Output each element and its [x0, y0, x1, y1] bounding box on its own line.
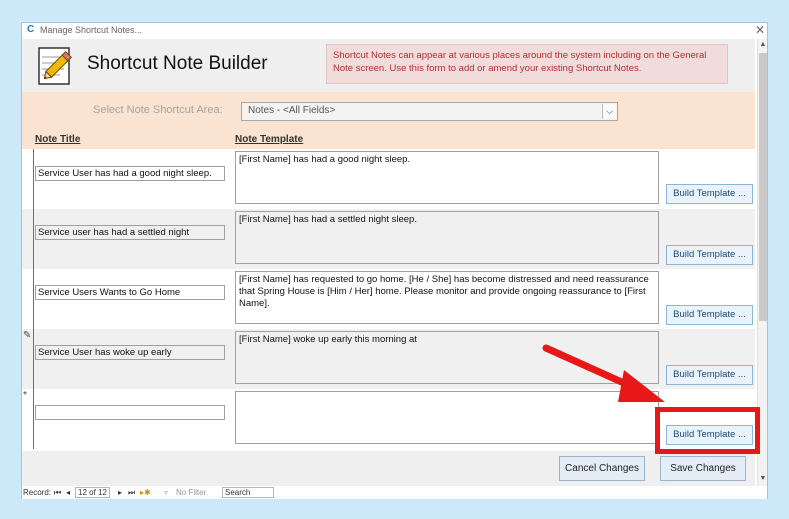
record-selector[interactable]: ✎ [22, 329, 34, 389]
note-title-field[interactable]: Service Users Wants to Go Home [35, 285, 225, 300]
save-changes-button[interactable]: Save Changes [660, 456, 746, 481]
record-navigation-bar: Record: ⏮ ◂ 12 of 12 ▸ ⏭ ▸✱ ▿ No Filter … [22, 486, 767, 499]
note-title-field[interactable] [35, 405, 225, 420]
note-title-field[interactable]: Service User has had a good night sleep. [35, 166, 225, 181]
note-row: Service Users Wants to Go Home [First Na… [22, 269, 755, 329]
window-title: Manage Shortcut Notes... [40, 25, 143, 35]
chevron-down-icon[interactable]: ⌵ [602, 104, 616, 119]
close-icon[interactable]: ✕ [753, 23, 767, 37]
record-selector[interactable] [22, 149, 34, 209]
column-header-note-template: Note Template [235, 134, 304, 145]
current-record-field[interactable]: 12 of 12 [75, 487, 110, 498]
form-header: Shortcut Note Builder Shortcut Notes can… [22, 39, 755, 92]
cancel-changes-button[interactable]: Cancel Changes [559, 456, 645, 481]
record-selector[interactable] [22, 269, 34, 329]
note-row: Service User has had a good night sleep.… [22, 149, 755, 209]
no-filter-label[interactable]: No Filter [176, 488, 206, 497]
note-template-field[interactable]: [First Name] has had a good night sleep. [235, 151, 659, 204]
area-select-label: Select Note Shortcut Area: [93, 104, 223, 116]
area-select-dropdown[interactable]: Notes - <All Fields> ⌵ [241, 102, 618, 121]
scrollbar-thumb[interactable] [759, 53, 767, 321]
pencil-edit-icon: ✎ [23, 330, 32, 341]
note-row: Service user has had a settled night [Fi… [22, 209, 755, 269]
info-message: Shortcut Notes can appear at various pla… [326, 44, 728, 84]
new-record-nav-icon[interactable]: ▸✱ [140, 488, 151, 497]
scroll-down-icon[interactable]: ▼ [758, 475, 768, 485]
next-record-icon[interactable]: ▸ [118, 488, 122, 497]
note-template-field[interactable]: [First Name] has requested to go home. [… [235, 271, 659, 324]
build-template-button[interactable]: Build Template ... [666, 184, 753, 204]
form-footer: Cancel Changes Save Changes [22, 451, 755, 486]
app-icon: C [27, 24, 35, 35]
build-template-button[interactable]: Build Template ... [666, 305, 753, 325]
area-selector-band: Select Note Shortcut Area: Notes - <All … [22, 92, 755, 149]
area-select-value: Notes - <All Fields> [248, 105, 336, 116]
last-record-icon[interactable]: ⏭ [128, 488, 135, 498]
column-header-note-title: Note Title [35, 134, 81, 145]
record-selector[interactable]: * [22, 389, 34, 449]
record-selector[interactable] [22, 209, 34, 269]
previous-record-icon[interactable]: ◂ [66, 488, 70, 497]
record-label: Record: [23, 488, 52, 497]
build-template-button[interactable]: Build Template ... [666, 245, 753, 265]
filter-icon[interactable]: ▿ [164, 488, 168, 497]
notepad-pencil-icon [38, 47, 73, 85]
scroll-up-icon[interactable]: ▲ [758, 41, 768, 51]
first-record-icon[interactable]: ⏮ [54, 488, 61, 498]
title-bar: C Manage Shortcut Notes... ✕ [22, 23, 767, 39]
build-template-button[interactable]: Build Template ... [666, 365, 753, 385]
note-title-field[interactable]: Service user has had a settled night [35, 225, 225, 240]
search-field[interactable]: Search [222, 487, 274, 498]
new-record-icon: * [23, 390, 27, 401]
note-template-field[interactable]: [First Name] has had a settled night sle… [235, 211, 659, 264]
page-title: Shortcut Note Builder [87, 53, 268, 74]
annotation-arrow-icon [542, 344, 665, 402]
annotation-highlight-box [655, 407, 760, 454]
note-title-field[interactable]: Service User has woke up early [35, 345, 225, 360]
